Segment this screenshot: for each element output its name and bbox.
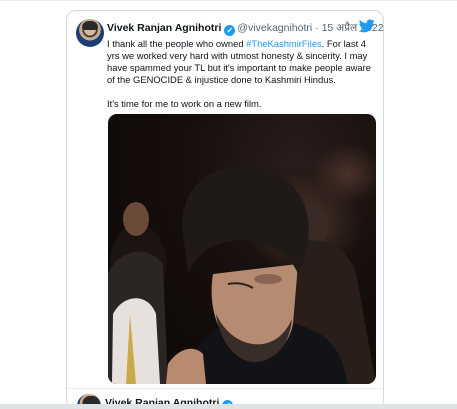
tweet-photo-image [108, 144, 376, 384]
tweet-header: Vivek Ranjan Agnihotri ✓ @vivekagnihotri ·… [107, 22, 383, 36]
author-handle[interactable]: @vivekagnihotri [237, 22, 312, 34]
separator: · [315, 22, 319, 34]
verified-badge-icon: ✓ [224, 25, 236, 36]
twitter-bird-icon[interactable] [359, 19, 375, 33]
author-name[interactable]: Vivek Ranjan Agnihotri [107, 22, 221, 34]
tweet-text: I thank all the people who owned #TheKas… [107, 38, 375, 110]
embedded-tweet-card[interactable]: Vivek Ranjan Agnihotri ✓ @vivekagnihotri ·… [66, 10, 384, 409]
tweet-photo[interactable] [108, 114, 376, 384]
top-divider [0, 0, 457, 1]
tweet-text-paragraph2: It's time for me to work on a new film. [107, 98, 262, 109]
avatar[interactable] [76, 19, 104, 47]
bottom-scrollbar[interactable] [0, 404, 457, 409]
hashtag-link[interactable]: #TheKashmirFiles [246, 38, 322, 49]
tweet-text-part1: I thank all the people who owned [107, 38, 247, 49]
